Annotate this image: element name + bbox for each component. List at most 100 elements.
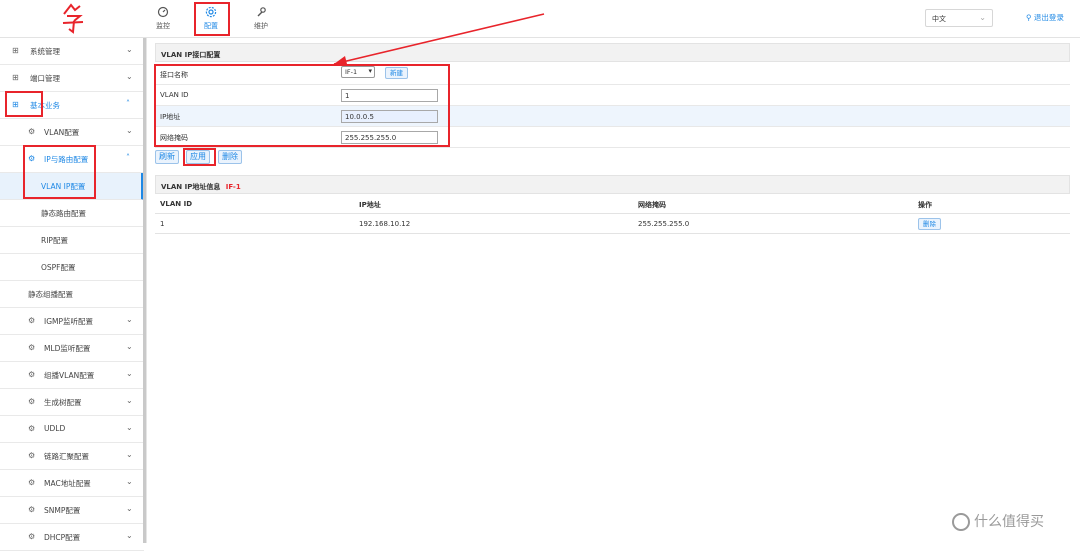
chevron-down-icon: ⌄ — [126, 342, 133, 351]
sidebar-item-label: IGMP监听配置 — [44, 317, 94, 326]
sidebar-item-label: 静态组播配置 — [28, 290, 73, 299]
language-value: 中文 — [932, 15, 946, 23]
sidebar-item-ospf[interactable]: OSPF配置 — [0, 254, 144, 281]
sidebar-item-mac[interactable]: ⚙ MAC地址配置 ⌄ — [0, 470, 144, 497]
vlan-ip-form-title: VLAN IP接口配置 — [155, 43, 1070, 62]
sidebar: ⊞ 系统管理 ⌄ ⊞ 端口管理 ⌄ ⊞ 基本业务 ˄ ⚙ VLAN配置 ⌄ ⚙ … — [0, 38, 147, 551]
grid-icon: ⊞ — [12, 100, 19, 109]
column-header-vlan: VLAN ID — [160, 200, 193, 208]
gear-icon: ⚙ — [28, 127, 36, 136]
sidebar-item-basic-service[interactable]: ⊞ 基本业务 ˄ — [0, 92, 144, 119]
nav-maintenance-label: 维护 — [254, 22, 268, 30]
sidebar-item-vlan-config[interactable]: ⚙ VLAN配置 ⌄ — [0, 119, 144, 146]
gear-icon: ⚙ — [28, 397, 36, 406]
nav-monitor[interactable]: 监控 — [148, 4, 178, 34]
watermark-logo-icon — [952, 513, 970, 531]
gear-icon: ⚙ — [28, 424, 36, 433]
chevron-down-icon: ⌄ — [126, 504, 133, 513]
chevron-up-icon: ˄ — [126, 99, 130, 108]
cell-vlan: 1 — [160, 220, 165, 228]
sidebar-item-label: IP与路由配置 — [44, 155, 89, 164]
ip-address-label: IP地址 — [160, 113, 181, 121]
sidebar-item-label: MAC地址配置 — [44, 479, 91, 488]
sidebar-item-udld[interactable]: ⚙ UDLD ⌄ — [0, 416, 144, 443]
sidebar-item-spanning-tree[interactable]: ⚙ 生成树配置 ⌄ — [0, 389, 144, 416]
nav-monitor-label: 监控 — [156, 22, 170, 30]
user-icon: ⚲ — [1026, 13, 1032, 22]
sidebar-scrollbar[interactable] — [143, 38, 146, 543]
sidebar-item-label: 系统管理 — [30, 47, 60, 56]
vlan-ip-info-title: VLAN IP地址信息 IF-1 — [155, 175, 1070, 194]
form-row-vlan: VLAN ID — [155, 85, 1070, 106]
sidebar-item-dhcp[interactable]: ⚙ DHCP配置 ⌄ — [0, 524, 144, 551]
sidebar-item-label: 生成树配置 — [44, 398, 82, 407]
sidebar-item-snmp[interactable]: ⚙ SNMP配置 ⌄ — [0, 497, 144, 524]
chevron-down-icon: ⌄ — [126, 369, 133, 378]
netmask-input[interactable] — [341, 131, 438, 144]
sidebar-item-label: SNMP配置 — [44, 506, 81, 515]
cell-mask: 255.255.255.0 — [638, 220, 690, 228]
sidebar-item-link-aggregation[interactable]: ⚙ 链路汇聚配置 ⌄ — [0, 443, 144, 470]
sidebar-item-system[interactable]: ⊞ 系统管理 ⌄ — [0, 38, 144, 65]
logout-label: 退出登录 — [1033, 13, 1064, 22]
nav-config[interactable]: 配置 — [196, 4, 226, 34]
sidebar-item-label: 静态路由配置 — [41, 209, 86, 218]
sidebar-item-vlan-ip[interactable]: VLAN IP配置 — [0, 173, 144, 200]
chevron-down-icon: ⌄ — [126, 315, 133, 324]
cell-ip: 192.168.10.12 — [359, 220, 411, 228]
gear-icon — [196, 6, 226, 20]
chevron-down-icon: ⌄ — [126, 450, 133, 459]
interface-label: 接口名称 — [160, 71, 188, 79]
vlan-id-input[interactable] — [341, 89, 438, 102]
ip-address-input[interactable] — [341, 110, 438, 123]
form-row-mask: 网络掩码 — [155, 127, 1070, 148]
sidebar-item-label: VLAN配置 — [44, 128, 80, 137]
sidebar-item-static-multicast[interactable]: 静态组播配置 — [0, 281, 144, 308]
chevron-up-icon: ˄ — [126, 153, 130, 162]
sidebar-item-label: 端口管理 — [30, 74, 60, 83]
hand-drawn-logo-mark — [62, 3, 84, 34]
gear-icon: ⚙ — [28, 478, 36, 487]
sidebar-item-label: 基本业务 — [30, 101, 60, 110]
delete-button[interactable]: 删除 — [218, 150, 242, 164]
form-row-interface: 接口名称 IF-1 ▾ 新建 — [155, 64, 1070, 85]
sidebar-item-label: DHCP配置 — [44, 533, 81, 542]
sidebar-item-multicast-vlan[interactable]: ⚙ 组播VLAN配置 ⌄ — [0, 362, 144, 389]
gear-icon: ⚙ — [28, 370, 36, 379]
vlan-id-label: VLAN ID — [160, 91, 189, 99]
sidebar-item-mld[interactable]: ⚙ MLD监听配置 ⌄ — [0, 335, 144, 362]
sidebar-item-ports[interactable]: ⊞ 端口管理 ⌄ — [0, 65, 144, 92]
chevron-down-icon: ⌄ — [126, 477, 133, 486]
nav-config-label: 配置 — [204, 22, 218, 30]
chevron-down-icon: ⌄ — [979, 13, 986, 22]
chevron-down-icon: ⌄ — [126, 423, 133, 432]
refresh-button[interactable]: 刷新 — [155, 150, 179, 164]
form-row-ip: IP地址 — [155, 106, 1070, 127]
sidebar-item-ip-routing[interactable]: ⚙ IP与路由配置 ˄ — [0, 146, 144, 173]
logout-link[interactable]: ⚲ 退出登录 — [1026, 12, 1064, 23]
sidebar-item-label: 组播VLAN配置 — [44, 371, 95, 380]
watermark: 什么值得买 — [952, 511, 1044, 531]
grid-icon: ⊞ — [12, 73, 19, 82]
gear-icon: ⚙ — [28, 451, 36, 460]
sidebar-item-static-route[interactable]: 静态路由配置 — [0, 200, 144, 227]
grid-icon: ⊞ — [12, 46, 19, 55]
gear-icon: ⚙ — [28, 154, 36, 163]
chevron-down-icon: ⌄ — [126, 531, 133, 540]
gear-icon: ⚙ — [28, 343, 36, 352]
nav-maintenance[interactable]: 维护 — [246, 4, 276, 34]
language-select[interactable]: 中文 ⌄ — [925, 9, 993, 27]
sidebar-item-label: RIP配置 — [41, 236, 68, 245]
sidebar-item-label: UDLD — [44, 424, 66, 433]
sidebar-item-igmp[interactable]: ⚙ IGMP监听配置 ⌄ — [0, 308, 144, 335]
row-delete-button[interactable]: 删除 — [918, 218, 941, 230]
table-row: 1 192.168.10.12 255.255.255.0 删除 — [155, 214, 1070, 234]
column-header-mask: 网络掩码 — [638, 201, 666, 209]
sidebar-item-rip[interactable]: RIP配置 — [0, 227, 144, 254]
chevron-down-icon: ⌄ — [126, 45, 133, 54]
apply-button[interactable]: 应用 — [186, 150, 210, 164]
sidebar-item-label: OSPF配置 — [41, 263, 76, 272]
sidebar-item-label: 链路汇聚配置 — [44, 452, 89, 461]
gear-icon: ⚙ — [28, 532, 36, 541]
chevron-down-icon: ⌄ — [126, 126, 133, 135]
